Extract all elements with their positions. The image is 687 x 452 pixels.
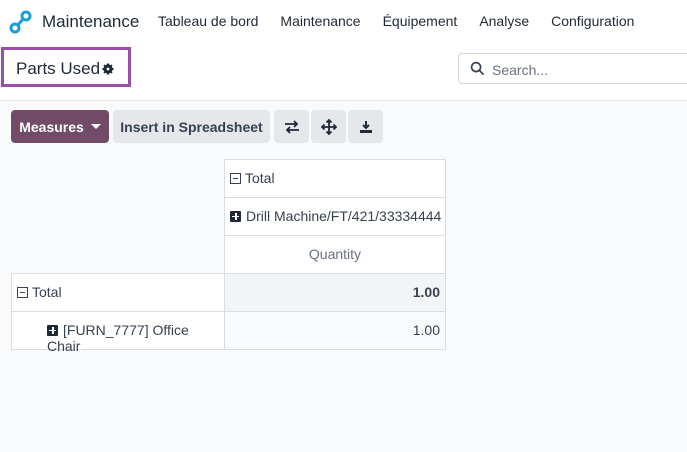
pivot-col-header-total[interactable]: Total (224, 159, 446, 198)
pivot-row-header-item[interactable]: [FURN_7777] Office Chair (11, 311, 225, 354)
row-total-value: 1.00 (412, 284, 440, 300)
menu-item-analysis[interactable]: Analyse (479, 13, 529, 29)
menu-item-dashboard[interactable]: Tableau de bord (158, 13, 258, 29)
pivot-cell-item[interactable]: 1.00 (224, 311, 446, 350)
caret-down-icon (90, 124, 101, 129)
expand-icon (47, 324, 58, 336)
download-button[interactable] (348, 110, 383, 143)
control-panel: Parts Used (0, 42, 687, 101)
app-logo-icon[interactable] (9, 10, 33, 34)
measures-label: Measures (19, 118, 84, 135)
insert-in-spreadsheet-button[interactable]: Insert in Spreadsheet (113, 110, 270, 143)
col-total-label: Total (245, 170, 275, 186)
row-total-label: Total (32, 284, 62, 300)
expand-icon (230, 210, 241, 222)
page-title: Parts Used (16, 59, 101, 78)
collapse-icon (17, 286, 28, 298)
app-name[interactable]: Maintenance (42, 12, 139, 32)
measures-button[interactable]: Measures (11, 110, 109, 143)
search-input[interactable] (490, 59, 684, 81)
top-navbar: Maintenance Tableau de bord Maintenance … (0, 0, 687, 43)
pivot-row-header-total[interactable]: Total (11, 273, 225, 312)
measure-label: Quantity (308, 246, 362, 262)
collapse-icon (230, 172, 241, 184)
menu-item-equipment[interactable]: Équipement (383, 13, 458, 29)
expand-all-button[interactable] (311, 110, 346, 143)
gear-icon[interactable] (101, 62, 115, 76)
pivot-col-header-group[interactable]: Drill Machine/FT/421/33334444 (224, 197, 446, 236)
page-title-box: Parts Used (1, 47, 131, 87)
row-item-label: [FURN_7777] Office Chair (47, 322, 189, 354)
main-menu: Tableau de bord Maintenance Équipement A… (158, 13, 656, 29)
download-icon (359, 120, 372, 133)
pivot-cell-total[interactable]: 1.00 (224, 273, 446, 312)
flip-axis-button[interactable] (274, 110, 309, 143)
menu-item-configuration[interactable]: Configuration (551, 13, 634, 29)
flip-axis-icon (284, 119, 299, 134)
col-group-label: Drill Machine/FT/421/33334444 (246, 208, 442, 224)
search-box[interactable] (458, 53, 687, 84)
expand-all-icon (320, 118, 337, 135)
menu-item-maintenance[interactable]: Maintenance (280, 13, 360, 29)
search-icon (470, 61, 485, 76)
pivot-measure-header[interactable]: Quantity (224, 235, 446, 274)
row-item-value: 1.00 (412, 322, 440, 338)
